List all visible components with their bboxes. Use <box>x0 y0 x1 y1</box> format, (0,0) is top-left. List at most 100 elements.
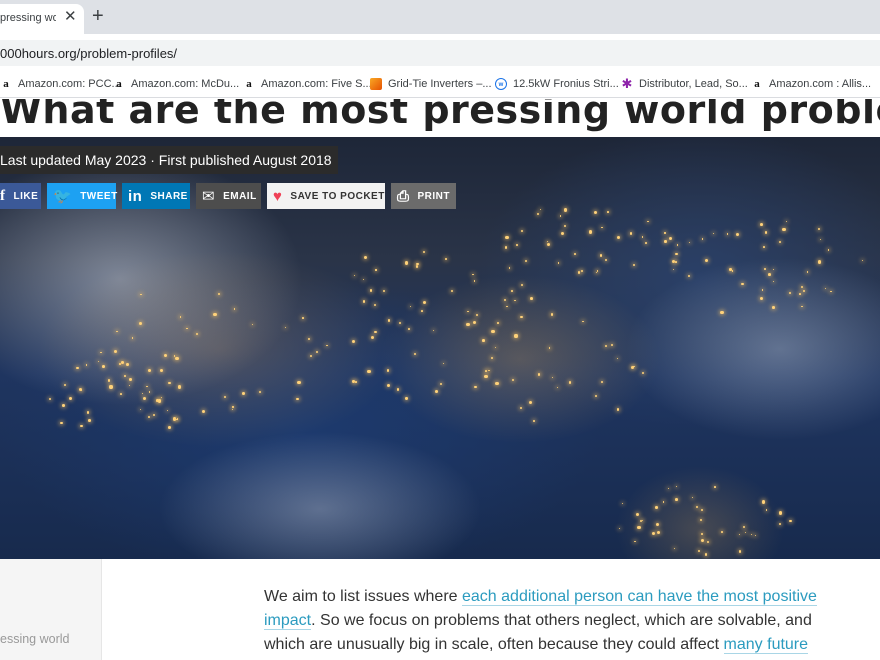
city-light <box>785 220 787 222</box>
city-light <box>691 496 694 498</box>
city-light <box>600 380 603 383</box>
city-light <box>147 415 151 419</box>
city-light <box>551 376 554 379</box>
city-light <box>740 282 744 286</box>
city-light <box>616 235 620 240</box>
many-future-link[interactable]: many future <box>723 636 809 654</box>
facebook-like-button[interactable]: f LIKE <box>0 183 41 209</box>
city-light <box>109 385 113 389</box>
city-light <box>386 384 391 388</box>
city-light <box>80 424 83 428</box>
city-light <box>802 289 806 293</box>
bookmark-item[interactable]: ✱ Distributor, Lead, So... <box>621 77 748 90</box>
city-light <box>610 343 613 346</box>
city-light <box>296 397 299 401</box>
bookmark-label: Amazon.com: McDu... <box>131 78 240 90</box>
city-light <box>422 250 425 254</box>
city-light <box>539 208 542 210</box>
city-light <box>140 293 142 296</box>
close-icon[interactable]: ✕ <box>64 7 77 27</box>
new-tab-button[interactable]: + <box>92 5 104 27</box>
city-light <box>98 360 100 362</box>
city-light <box>148 391 151 393</box>
bookmark-item[interactable]: a Amazon.com: McDu... <box>113 78 239 90</box>
city-light <box>563 224 566 228</box>
envelope-icon: ✉ <box>202 188 216 205</box>
amazon-icon: a <box>246 78 252 90</box>
print-button[interactable]: ⎙ PRINT <box>391 183 456 209</box>
omnibox[interactable]: 000hours.org/problem-profiles/ <box>0 40 880 66</box>
city-light <box>548 346 551 349</box>
city-light <box>472 273 474 276</box>
city-light <box>432 329 434 331</box>
city-light <box>374 331 377 334</box>
bookmark-item[interactable]: a Amazon.com: Five S... <box>243 78 371 90</box>
city-light <box>416 262 419 266</box>
tweet-button[interactable]: 🐦 TWEET <box>47 183 117 209</box>
city-light <box>779 522 782 525</box>
save-to-pocket-button[interactable]: ♥ SAVE TO POCKET <box>267 183 385 209</box>
city-light <box>563 208 567 212</box>
page-content: What are the most pressing world problem… <box>0 99 880 660</box>
city-light <box>706 540 709 543</box>
url-text[interactable]: 000hours.org/problem-profiles/ <box>0 46 177 61</box>
city-light <box>800 305 803 308</box>
city-light <box>213 312 217 317</box>
city-light <box>672 268 674 271</box>
city-light <box>508 267 511 270</box>
city-light <box>742 526 745 529</box>
city-light <box>762 289 764 291</box>
toc-item[interactable]: essing world <box>0 632 69 646</box>
browser-tab[interactable]: pressing wo ✕ <box>0 4 84 34</box>
city-light <box>473 280 476 282</box>
city-light <box>537 373 540 376</box>
city-light <box>63 383 66 386</box>
city-light <box>251 323 253 325</box>
city-light <box>484 370 487 372</box>
bookmark-item[interactable]: a Amazon.com: PCC... <box>0 78 120 90</box>
city-light <box>175 418 178 421</box>
city-light <box>530 297 534 301</box>
city-light <box>547 240 549 242</box>
city-light <box>773 268 775 270</box>
city-light <box>699 519 703 522</box>
city-light <box>727 233 729 235</box>
city-light <box>48 397 51 400</box>
city-light <box>504 246 508 250</box>
city-light <box>557 387 559 389</box>
city-light <box>505 235 509 240</box>
city-light <box>175 356 179 361</box>
city-light <box>514 334 518 338</box>
city-light <box>700 532 703 535</box>
city-light <box>700 538 704 542</box>
linkedin-share-button[interactable]: in SHARE <box>122 183 190 209</box>
city-light <box>647 220 649 223</box>
bookmark-item[interactable]: w 12.5kW Fronius Stri... <box>495 78 619 90</box>
city-light <box>704 552 708 556</box>
city-light <box>594 395 597 398</box>
city-light <box>107 379 111 382</box>
city-light <box>326 344 328 347</box>
city-light <box>491 329 495 333</box>
email-button[interactable]: ✉ EMAIL <box>196 183 261 209</box>
city-light <box>241 391 245 395</box>
tab-title: pressing wo <box>0 12 56 24</box>
city-light <box>557 262 560 264</box>
city-light <box>231 409 233 411</box>
city-light <box>559 215 562 217</box>
city-light <box>536 212 540 216</box>
city-light <box>363 255 367 260</box>
solar-icon <box>370 78 382 90</box>
city-light <box>511 378 515 382</box>
city-light <box>473 385 477 389</box>
city-light <box>697 550 700 553</box>
city-light <box>520 230 524 233</box>
city-light <box>721 531 724 533</box>
city-light <box>760 223 763 227</box>
city-light <box>488 369 490 372</box>
bookmark-item[interactable]: a Amazon.com : Allis... <box>751 78 871 90</box>
bookmark-item[interactable]: Grid-Tie Inverters –... <box>370 78 492 90</box>
city-light <box>362 300 366 303</box>
city-light <box>233 307 236 310</box>
address-bar: 000hours.org/problem-profiles/ <box>0 34 880 72</box>
